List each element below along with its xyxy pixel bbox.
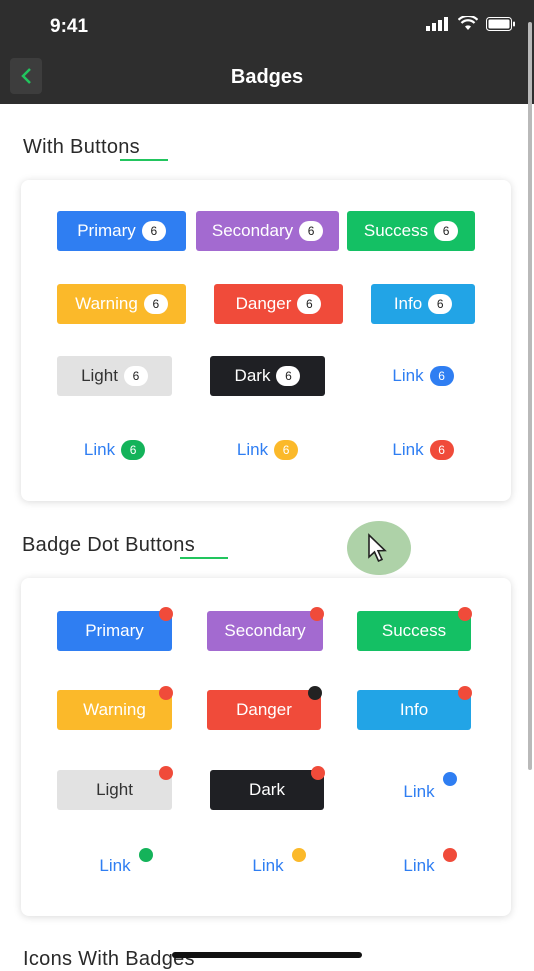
secondary-dot-button[interactable]: Secondary	[207, 611, 323, 651]
count-badge: 6	[434, 221, 459, 241]
cursor-icon	[368, 533, 387, 563]
link-badge-button-green[interactable]: Link 6	[57, 430, 172, 470]
success-dot-button[interactable]: Success	[357, 611, 471, 651]
notification-dot	[458, 686, 472, 700]
link-dot-button-red[interactable]: Link	[391, 846, 447, 886]
danger-badge-button[interactable]: Danger 6	[214, 284, 343, 324]
button-label: Link	[392, 366, 424, 385]
section-underline	[180, 557, 228, 559]
section-title-with-buttons: With Buttons	[23, 136, 140, 158]
success-badge-button[interactable]: Success 6	[347, 211, 475, 251]
battery-icon	[486, 16, 515, 31]
count-badge: 6	[141, 221, 166, 241]
button-label: Dark	[249, 780, 285, 799]
button-label: Secondary	[211, 221, 294, 240]
button-label: Link	[236, 440, 269, 459]
home-indicator	[172, 952, 362, 958]
link-badge-button-blue[interactable]: Link 6	[371, 356, 475, 396]
button-label: Secondary	[224, 621, 306, 640]
status-time: 9:41	[50, 16, 89, 37]
button-label: Dark	[234, 366, 271, 385]
section-title-icons-with-badges: Icons With Badges	[23, 948, 195, 970]
status-icons	[426, 16, 516, 31]
page-title: Badges	[230, 66, 304, 88]
link-badge-button-yellow[interactable]: Link 6	[210, 430, 325, 470]
count-badge: 6	[428, 294, 453, 314]
notification-dot	[310, 607, 324, 621]
primary-dot-button[interactable]: Primary	[57, 611, 172, 651]
button-label: Danger	[236, 700, 292, 719]
button-label: Warning	[75, 294, 138, 313]
button-label: Light	[96, 780, 133, 799]
button-label: Info	[399, 700, 429, 719]
button-label: Primary	[77, 221, 136, 240]
warning-badge-button[interactable]: Warning 6	[57, 284, 186, 324]
notification-dot	[443, 848, 457, 862]
button-label: Success	[363, 221, 429, 240]
count-badge: 6	[276, 366, 301, 386]
light-dot-button[interactable]: Light	[57, 770, 172, 810]
notification-dot	[159, 686, 173, 700]
button-label: Link	[83, 440, 116, 459]
badge-buttons-card: Primary 6 Secondary 6 Success 6 Warning …	[21, 180, 511, 501]
section-underline	[120, 159, 168, 161]
button-label: Link	[403, 856, 435, 875]
count-badge: 6	[299, 221, 324, 241]
section-title-badge-dot-buttons: Badge Dot Buttons	[22, 534, 195, 556]
notification-dot	[292, 848, 306, 862]
danger-dot-button[interactable]: Danger	[207, 690, 321, 730]
dark-badge-button[interactable]: Dark 6	[210, 356, 325, 396]
notification-dot	[159, 607, 173, 621]
primary-badge-button[interactable]: Primary 6	[57, 211, 186, 251]
count-badge: 6	[429, 366, 454, 386]
notification-dot	[159, 766, 173, 780]
button-label: Link	[252, 856, 284, 875]
count-badge: 6	[123, 366, 148, 386]
dark-dot-button[interactable]: Dark	[210, 770, 324, 810]
info-badge-button[interactable]: Info 6	[371, 284, 475, 324]
link-badge-button-red[interactable]: Link 6	[371, 430, 475, 470]
count-badge: 6	[429, 440, 454, 460]
count-badge: 6	[143, 294, 168, 314]
link-dot-button-yellow[interactable]: Link	[240, 846, 296, 886]
count-badge: 6	[121, 440, 146, 460]
nav-bar: Badges	[0, 52, 534, 104]
button-label: Light	[81, 366, 118, 385]
notification-dot	[443, 772, 457, 786]
button-label: Link	[99, 856, 131, 875]
notification-dot	[458, 607, 472, 621]
light-badge-button[interactable]: Light 6	[57, 356, 172, 396]
signal-icon	[426, 16, 448, 31]
button-label: Info	[393, 294, 423, 313]
link-dot-button-green[interactable]: Link	[87, 846, 143, 886]
status-bar: 9:41	[0, 0, 534, 52]
secondary-badge-button[interactable]: Secondary 6	[196, 211, 339, 251]
button-label: Warning	[83, 700, 146, 719]
notification-dot	[311, 766, 325, 780]
scrollbar[interactable]	[528, 22, 532, 770]
button-label: Success	[381, 621, 447, 640]
count-badge: 6	[274, 440, 299, 460]
button-label: Link	[392, 440, 424, 459]
info-dot-button[interactable]: Info	[357, 690, 471, 730]
button-label: Danger	[235, 294, 292, 313]
button-label: Link	[403, 782, 435, 801]
button-label: Primary	[85, 621, 144, 640]
count-badge: 6	[297, 294, 322, 314]
wifi-icon	[458, 16, 478, 30]
badge-dot-card: Primary Secondary Success Warning Danger…	[21, 578, 511, 916]
link-dot-button-blue[interactable]: Link	[391, 772, 447, 812]
notification-dot	[139, 848, 153, 862]
notification-dot	[308, 686, 322, 700]
warning-dot-button[interactable]: Warning	[57, 690, 172, 730]
